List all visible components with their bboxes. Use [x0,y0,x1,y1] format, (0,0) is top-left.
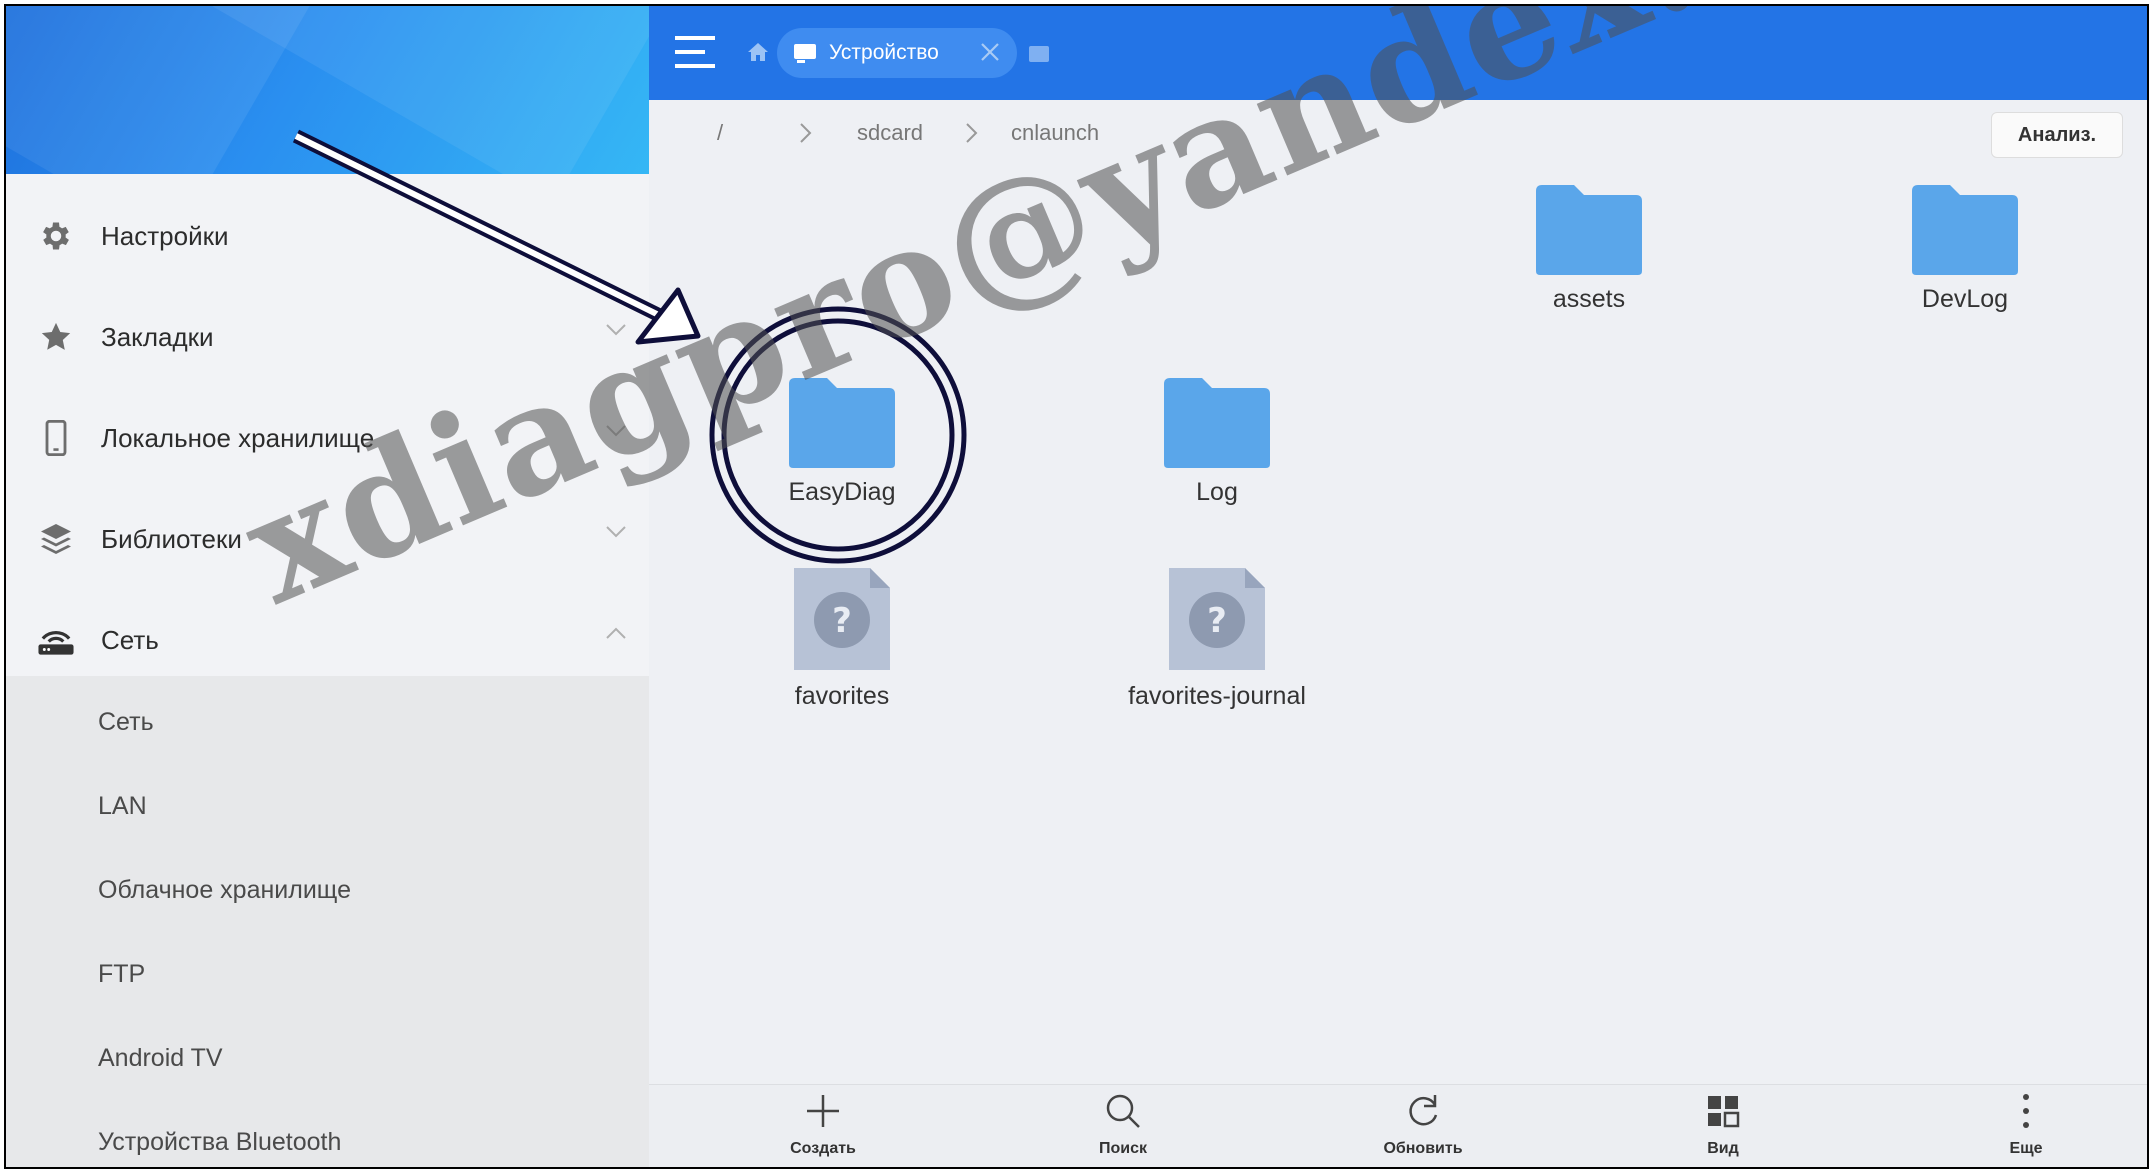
svg-text:?: ? [832,601,852,641]
app-window: Настройки Закладки Локальное хранилище Б… [4,4,2149,1169]
sidebar-item-label: Локальное хранилище [101,422,375,453]
view-label: Вид [1707,1140,1739,1157]
unknown-file-icon: ? [1169,568,1265,670]
phone-icon [36,418,76,458]
analyze-button[interactable]: Анализ. [1991,112,2123,158]
file-name: DevLog [1921,285,2009,313]
breadcrumb: / sdcard cnlaunch Анализ. [649,100,2147,168]
more-vertical-icon [2023,1094,2029,1128]
tab-label: Устройство [829,41,939,64]
sidebar: Настройки Закладки Локальное хранилище Б… [6,6,649,1167]
sub-item-bluetooth[interactable]: Устройства Bluetooth [98,1128,341,1157]
more-label: Еще [2009,1140,2043,1157]
sidebar-item-label: Закладки [101,321,214,352]
network-sub-panel: Сеть LAN Облачное хранилище FTP Android … [6,676,649,1167]
file-name: favorites-journal [1128,682,1306,710]
close-icon[interactable] [979,41,1001,63]
folder-assets[interactable]: assets [1469,181,1709,314]
layers-icon [36,519,76,559]
breadcrumb-root[interactable]: / [717,120,723,146]
grid-icon [1708,1096,1740,1128]
chevron-down-icon[interactable] [605,323,627,337]
tab-device[interactable]: Устройство [777,28,1017,78]
sidebar-item-libraries[interactable]: Библиотеки [6,489,649,589]
plus-icon [807,1095,839,1127]
sub-item-network[interactable]: Сеть [98,708,154,737]
chevron-up-icon[interactable] [605,626,627,640]
folder-icon [1912,185,2018,275]
search-label: Поиск [1098,1140,1147,1157]
file-name: assets [1552,285,1626,313]
folder-icon [1164,378,1270,468]
file-name: Log [1196,478,1238,506]
new-tab-icon[interactable] [1029,46,1049,62]
create-label: Создать [790,1140,856,1157]
sub-item-lan[interactable]: LAN [98,792,147,821]
chevron-right-icon [800,123,812,143]
sidebar-item-settings[interactable]: Настройки [6,186,649,286]
folder-log[interactable]: Log [1097,374,1337,507]
chevron-down-icon[interactable] [605,424,627,438]
search-button[interactable]: Поиск [1063,1091,1183,1158]
router-icon [36,620,76,660]
refresh-label: Обновить [1383,1140,1463,1157]
svg-text:?: ? [1207,601,1227,641]
star-icon [36,317,76,357]
sidebar-item-label: Сеть [101,624,159,655]
sub-item-android-tv[interactable]: Android TV [98,1044,223,1073]
folder-devlog[interactable]: DevLog [1845,181,2085,314]
sub-item-ftp[interactable]: FTP [98,960,145,989]
sub-item-cloud-storage[interactable]: Облачное хранилище [98,876,351,905]
more-button[interactable]: Еще [1966,1091,2086,1158]
sidebar-item-label: Настройки [101,220,229,251]
folder-easydiag[interactable]: EasyDiag [722,374,962,507]
search-icon [1106,1094,1140,1128]
device-icon [794,44,816,63]
top-bar: Устройство [649,6,2147,100]
file-name: favorites [794,682,890,710]
refresh-icon [1409,1095,1438,1126]
breadcrumb-cnlaunch[interactable]: cnlaunch [1011,120,1099,146]
sidebar-item-network[interactable]: Сеть [6,590,649,690]
sidebar-item-bookmarks[interactable]: Закладки [6,287,649,387]
chevron-right-icon [966,123,978,143]
bottom-toolbar: Создать Поиск Обновить Вид Еще [649,1084,2147,1167]
chevron-down-icon[interactable] [605,525,627,539]
home-icon[interactable] [747,42,769,62]
sidebar-item-local-storage[interactable]: Локальное хранилище [6,388,649,488]
file-favorites-journal[interactable]: ? favorites-journal [1097,564,1337,711]
sidebar-header [6,6,649,174]
file-name: EasyDiag [788,478,896,506]
sidebar-item-label: Библиотеки [101,523,242,554]
menu-icon[interactable] [675,34,717,70]
view-button[interactable]: Вид [1663,1091,1783,1158]
gear-icon [36,216,76,256]
create-button[interactable]: Создать [763,1091,883,1158]
breadcrumb-sdcard[interactable]: sdcard [857,120,923,146]
refresh-button[interactable]: Обновить [1363,1091,1483,1158]
folder-icon [1536,185,1642,275]
file-favorites[interactable]: ? favorites [722,564,962,711]
unknown-file-icon: ? [794,568,890,670]
folder-icon [789,378,895,468]
